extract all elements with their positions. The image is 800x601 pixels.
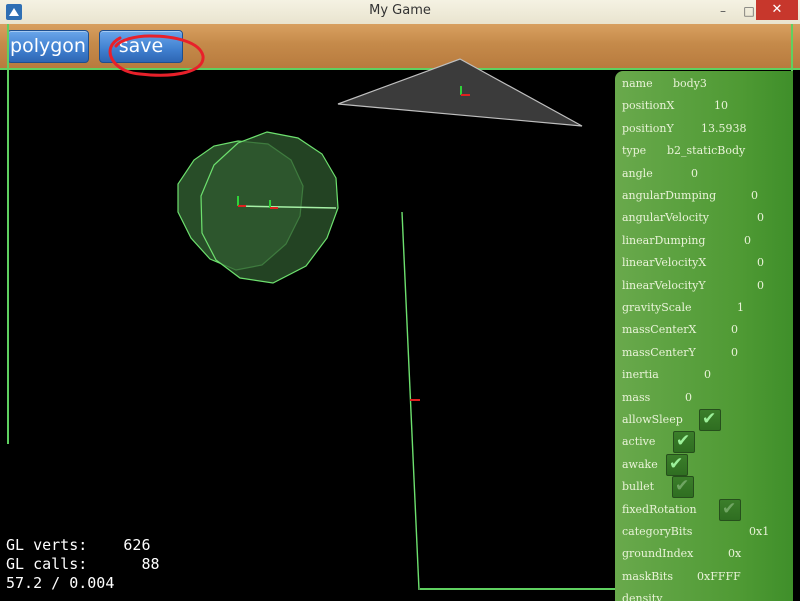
property-checkbox[interactable]: ✔ xyxy=(672,476,694,499)
property-value[interactable]: body3 xyxy=(673,77,707,90)
property-value[interactable]: 10 xyxy=(714,99,728,112)
property-value[interactable]: 0x xyxy=(728,547,741,560)
gl-verts-value: 626 xyxy=(123,536,151,554)
property-row: categoryBits 0x1 xyxy=(615,521,793,543)
property-row: gravityScale 1 xyxy=(615,297,793,319)
property-row: angularVelocity 0 xyxy=(615,207,793,229)
checkmark-icon: ✔ xyxy=(722,498,737,519)
property-row: active ✔ xyxy=(615,431,793,454)
property-row: linearDumping 0 xyxy=(615,230,793,252)
property-label: mass xyxy=(622,390,651,404)
property-label: name xyxy=(622,77,653,90)
property-value[interactable]: 1 xyxy=(737,301,744,314)
debug-stats: GL verts: 626 GL calls: 88 57.2 / 0.004 xyxy=(6,536,160,593)
property-row: allowSleep ✔ xyxy=(615,409,793,431)
gl-calls-label: GL calls: xyxy=(6,555,88,573)
property-label: angularDumping xyxy=(622,189,717,202)
property-row: maskBits 0xFFFF xyxy=(615,566,793,588)
property-label: massCenterY xyxy=(622,345,696,359)
property-label: fixedRotation xyxy=(622,502,697,516)
property-value[interactable]: 0 xyxy=(731,346,738,359)
property-value[interactable]: 13.5938 xyxy=(701,122,747,135)
property-value[interactable]: 0 xyxy=(704,368,711,381)
checkmark-icon: ✔ xyxy=(669,453,684,474)
property-row: massCenterX 0 xyxy=(615,319,793,341)
property-row: angularDumping 0 xyxy=(615,185,793,207)
property-checkbox[interactable]: ✔ xyxy=(699,409,721,431)
property-row: name body3 xyxy=(615,73,793,95)
property-row: inertia 0 xyxy=(615,364,793,386)
property-value[interactable]: 0 xyxy=(757,256,764,269)
property-row: groundIndex 0x xyxy=(615,543,793,565)
property-row: massCenterY 0 xyxy=(615,342,793,364)
property-row: density xyxy=(615,588,793,601)
property-value[interactable]: 0 xyxy=(744,234,751,247)
property-value[interactable]: 0 xyxy=(757,211,764,224)
property-row: fixedRotation ✔ xyxy=(615,498,793,521)
property-label: maskBits xyxy=(622,569,673,583)
property-label: linearDumping xyxy=(622,233,706,247)
property-row: mass 0 xyxy=(615,387,793,409)
property-value[interactable]: 0x1 xyxy=(749,525,769,538)
property-label: angularVelocity xyxy=(622,211,710,225)
property-label: angle xyxy=(622,166,653,180)
property-label: groundIndex xyxy=(622,547,694,561)
gl-calls-value: 88 xyxy=(141,555,160,573)
property-label: allowSleep xyxy=(622,413,683,426)
property-checkbox[interactable]: ✔ xyxy=(666,453,688,476)
property-checkbox[interactable]: ✔ xyxy=(673,431,695,454)
property-row: angle 0 xyxy=(615,163,793,185)
property-row: positionX 10 xyxy=(615,95,793,117)
property-label: active xyxy=(622,435,656,449)
gl-verts-label: GL verts: xyxy=(6,536,88,554)
property-label: gravityScale xyxy=(622,301,692,314)
checkmark-icon: ✔ xyxy=(676,431,691,452)
property-label: categoryBits xyxy=(622,525,693,538)
fps-readout: 57.2 / 0.004 xyxy=(6,574,115,592)
property-label: linearVelocityX xyxy=(622,256,707,270)
property-value[interactable]: 0 xyxy=(757,279,764,292)
body-properties-panel: name body3 positionX 10 positionY 13.5938 type… xyxy=(615,71,793,601)
property-label: awake xyxy=(622,457,658,471)
checkmark-icon: ✔ xyxy=(675,476,690,497)
property-label: type xyxy=(622,144,647,158)
property-label: positionY xyxy=(622,121,674,135)
property-label: bullet xyxy=(622,480,655,494)
property-value[interactable]: 0 xyxy=(685,391,692,404)
property-label: linearVelocityY xyxy=(622,278,706,292)
property-value[interactable]: 0 xyxy=(751,189,758,202)
property-row: type b2_staticBody xyxy=(615,140,793,162)
property-checkbox[interactable]: ✔ xyxy=(719,498,741,521)
property-row: positionY 13.5938 xyxy=(615,118,793,140)
property-value[interactable]: 0 xyxy=(731,323,738,336)
property-label: positionX xyxy=(622,99,675,113)
property-value[interactable]: b2_staticBody xyxy=(667,144,745,157)
checkmark-icon: ✔ xyxy=(702,409,717,429)
property-row: linearVelocityX 0 xyxy=(615,252,793,274)
property-label: inertia xyxy=(622,368,659,382)
property-value[interactable]: 0 xyxy=(691,167,698,180)
property-label: massCenterX xyxy=(622,323,697,337)
property-row: linearVelocityY 0 xyxy=(615,275,793,297)
property-row: bullet ✔ xyxy=(615,476,793,499)
property-value[interactable]: 0xFFFF xyxy=(697,570,741,583)
property-row: awake ✔ xyxy=(615,453,793,476)
